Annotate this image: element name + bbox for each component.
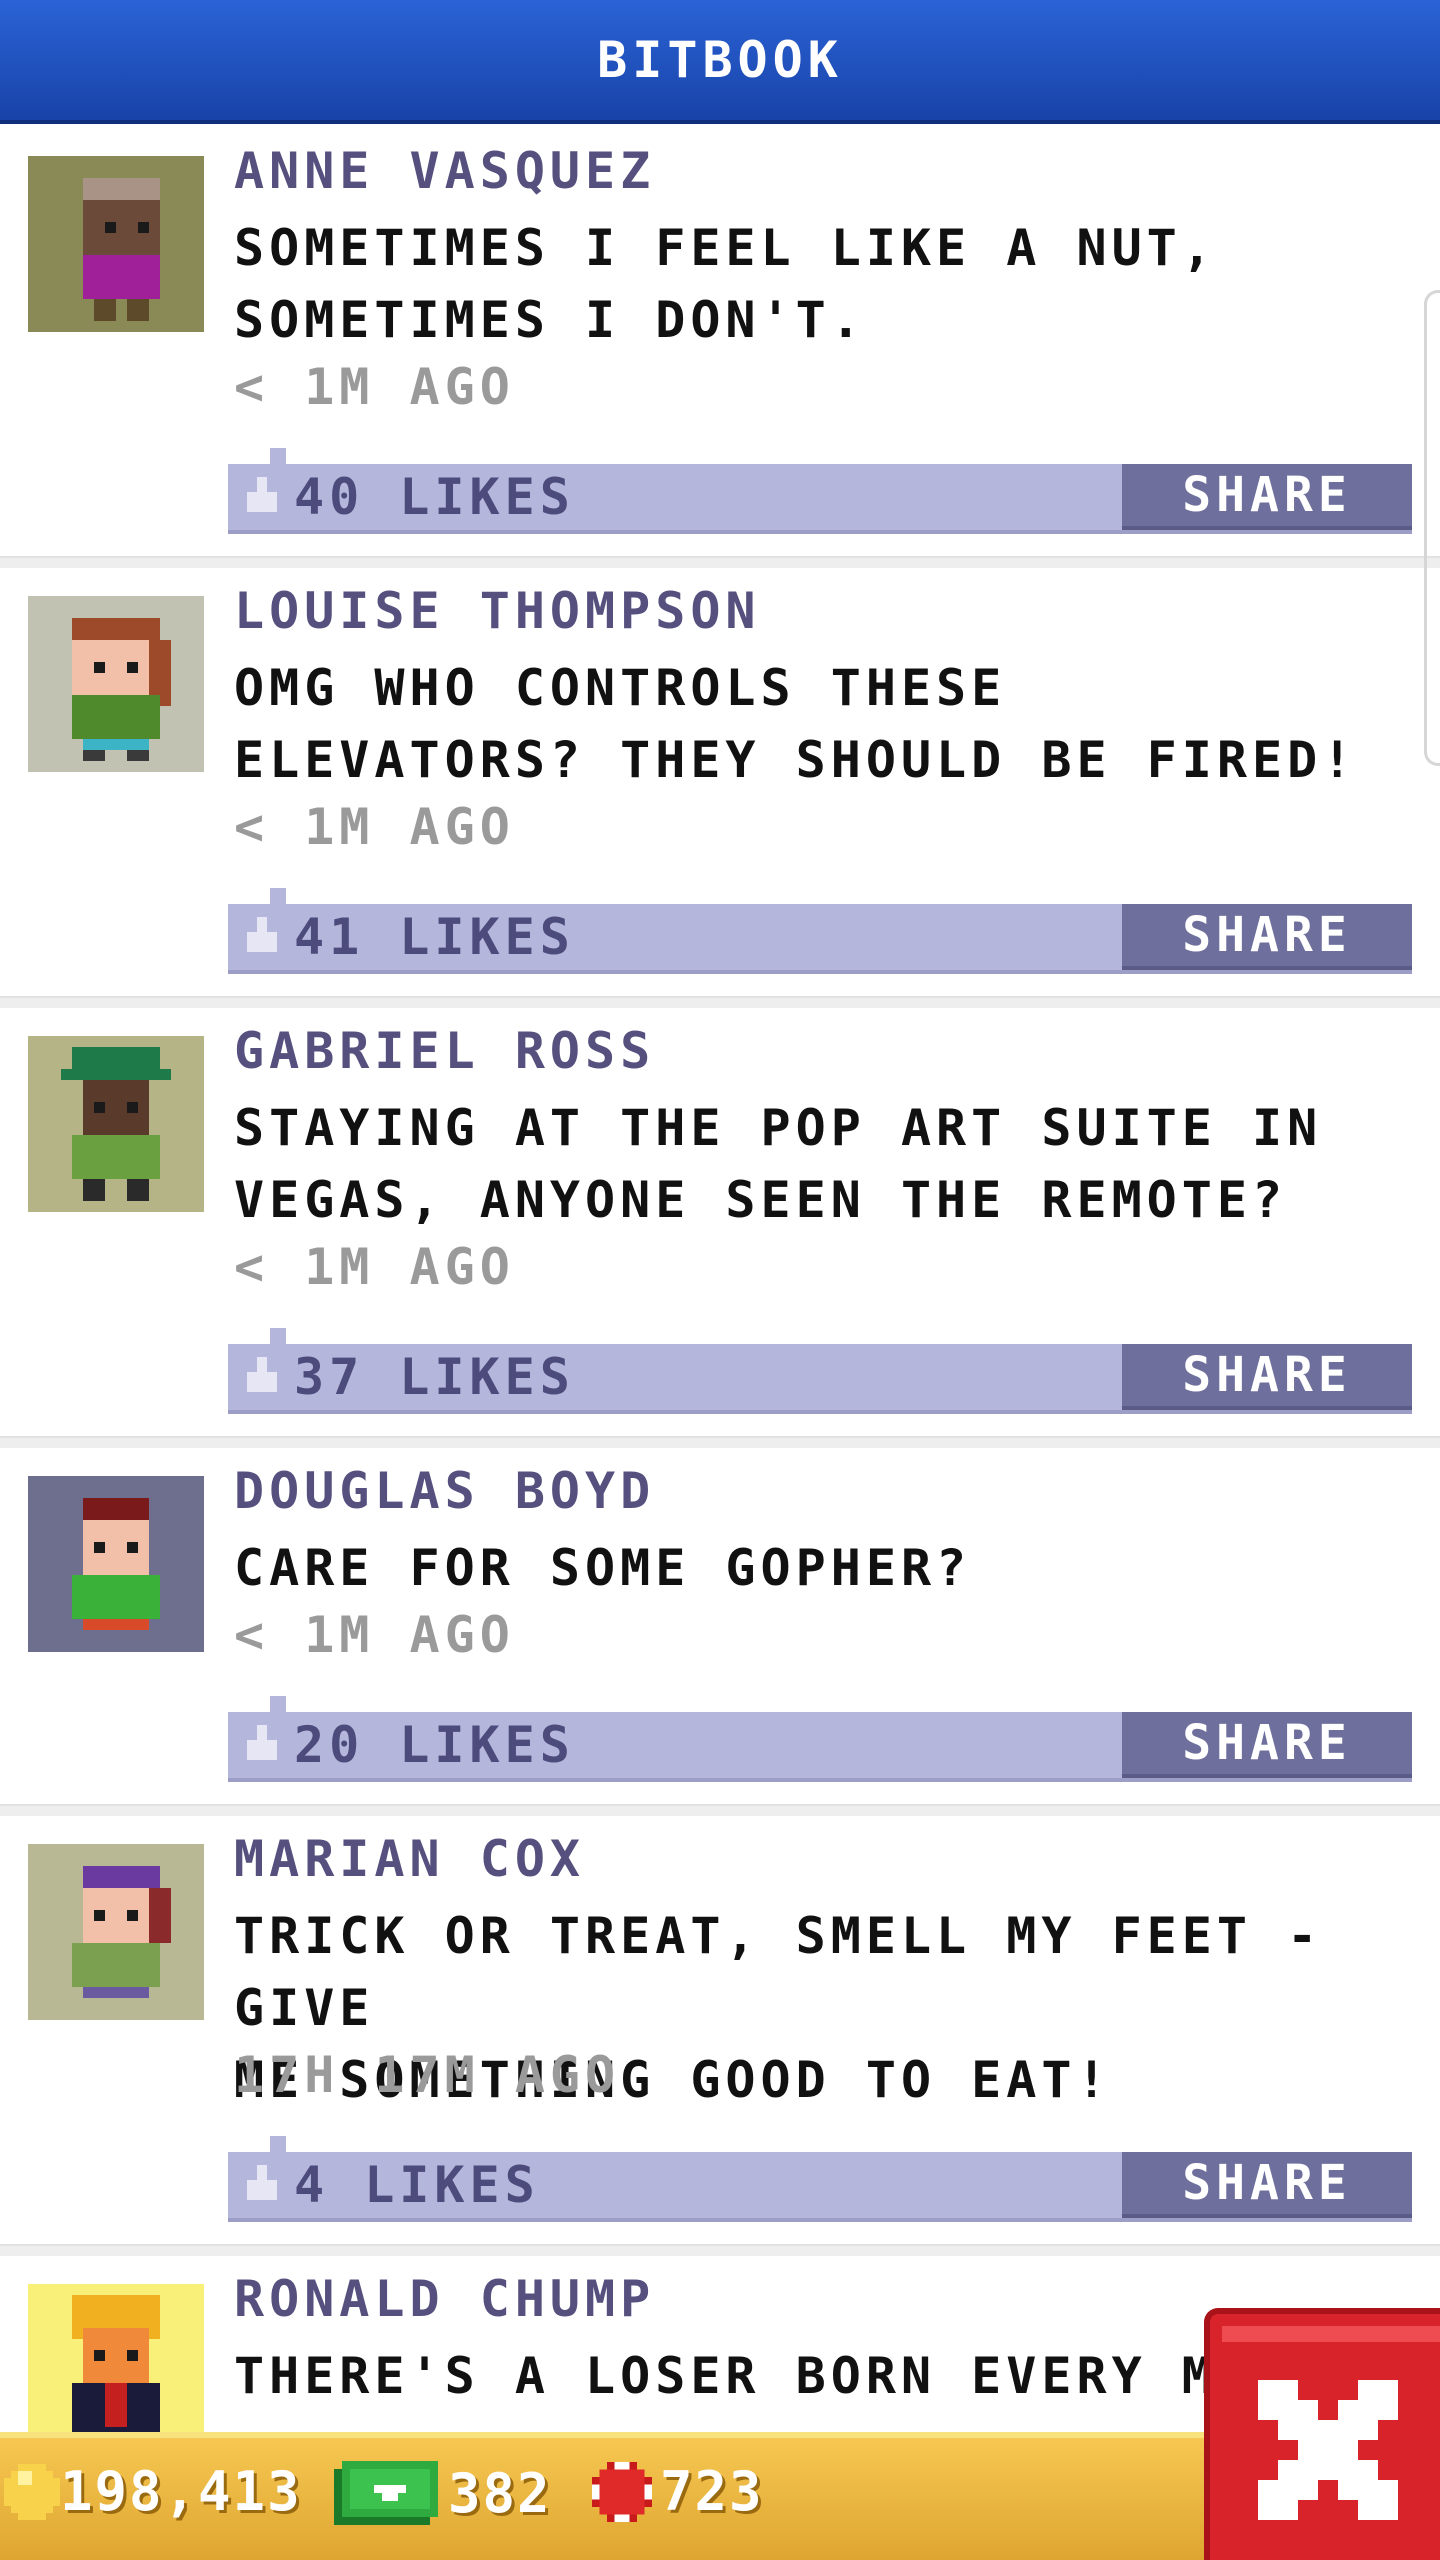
post-author[interactable]: LOUISE THOMPSON: [234, 582, 761, 640]
like-bar: 40 LIKES SHARE: [228, 448, 1412, 534]
close-button[interactable]: [1204, 2308, 1440, 2560]
share-button[interactable]: SHARE: [1122, 1712, 1412, 1778]
avatar[interactable]: [28, 1036, 204, 1212]
like-bar: 4 LIKES SHARE: [228, 2136, 1412, 2222]
scrollbar[interactable]: [1424, 290, 1440, 766]
post-author[interactable]: GABRIEL ROSS: [234, 1022, 655, 1080]
post-time: < 1M AGO: [234, 798, 515, 856]
coins-value: 198,413: [60, 2460, 302, 2523]
share-button[interactable]: SHARE: [1122, 2152, 1412, 2218]
share-button[interactable]: SHARE: [1122, 1344, 1412, 1410]
share-button[interactable]: SHARE: [1122, 464, 1412, 530]
coins-stat: 198,413: [4, 2460, 302, 2523]
close-icon: [1258, 2380, 1398, 2520]
post-time: 17H 17M AGO: [234, 2046, 621, 2104]
post-author[interactable]: ANNE VASQUEZ: [234, 142, 655, 200]
post: ANNE VASQUEZ SOMETIMES I FEEL LIKE A NUT…: [0, 128, 1440, 568]
bux-value: 382: [448, 2461, 552, 2525]
post-time: < 1M AGO: [234, 358, 515, 416]
thumbs-up-icon: [247, 477, 277, 512]
token-icon: [592, 2461, 652, 2522]
tokens-value: 723: [660, 2460, 764, 2523]
like-bar: 20 LIKES SHARE: [228, 1696, 1412, 1782]
coin-icon: [4, 2463, 60, 2520]
like-count: 20 LIKES: [294, 1716, 575, 1774]
like-count: 37 LIKES: [294, 1348, 575, 1406]
page-title: BITBOOK: [597, 31, 843, 89]
like-bar: 41 LIKES SHARE: [228, 888, 1412, 974]
like-count: 4 LIKES: [294, 2156, 540, 2214]
avatar[interactable]: [28, 1844, 204, 2020]
post-message: CARE FOR SOME GOPHER?: [234, 1539, 972, 1597]
like-count: 40 LIKES: [294, 468, 575, 526]
post-message: SOMETIMES I FEEL LIKE A NUT, SOMETIMES I…: [234, 219, 1217, 349]
thumbs-up-icon: [247, 2165, 277, 2200]
avatar[interactable]: [28, 1476, 204, 1652]
post: DOUGLAS BOYD CARE FOR SOME GOPHER? < 1M …: [0, 1448, 1440, 1816]
bux-stat: 382: [334, 2460, 552, 2526]
share-button[interactable]: SHARE: [1122, 904, 1412, 970]
thumbs-up-icon: [247, 917, 277, 952]
app-header: BITBOOK: [0, 0, 1440, 124]
avatar[interactable]: [28, 156, 204, 332]
tokens-stat: 723: [592, 2460, 764, 2523]
post-time: < 1M AGO: [234, 1606, 515, 1664]
post-message: STAYING AT THE POP ART SUITE IN VEGAS, A…: [234, 1099, 1323, 1229]
post-message: OMG WHO CONTROLS THESE ELEVATORS? THEY S…: [234, 659, 1358, 789]
like-bar: 37 LIKES SHARE: [228, 1328, 1412, 1414]
like-count: 41 LIKES: [294, 908, 575, 966]
post-time: < 1M AGO: [234, 1238, 515, 1296]
post-author[interactable]: RONALD CHUMP: [234, 2270, 655, 2328]
thumbs-up-icon: [247, 1357, 277, 1392]
thumbs-up-icon: [247, 1725, 277, 1760]
post-author[interactable]: MARIAN COX: [234, 1830, 585, 1888]
post: GABRIEL ROSS STAYING AT THE POP ART SUIT…: [0, 1008, 1440, 1448]
post: LOUISE THOMPSON OMG WHO CONTROLS THESE E…: [0, 568, 1440, 1008]
post-feed[interactable]: ANNE VASQUEZ SOMETIMES I FEEL LIKE A NUT…: [0, 128, 1440, 2556]
post-author[interactable]: DOUGLAS BOYD: [234, 1462, 655, 1520]
avatar[interactable]: [28, 596, 204, 772]
post: MARIAN COX TRICK OR TREAT, SMELL MY FEET…: [0, 1816, 1440, 2256]
bux-icon: [334, 2461, 438, 2525]
